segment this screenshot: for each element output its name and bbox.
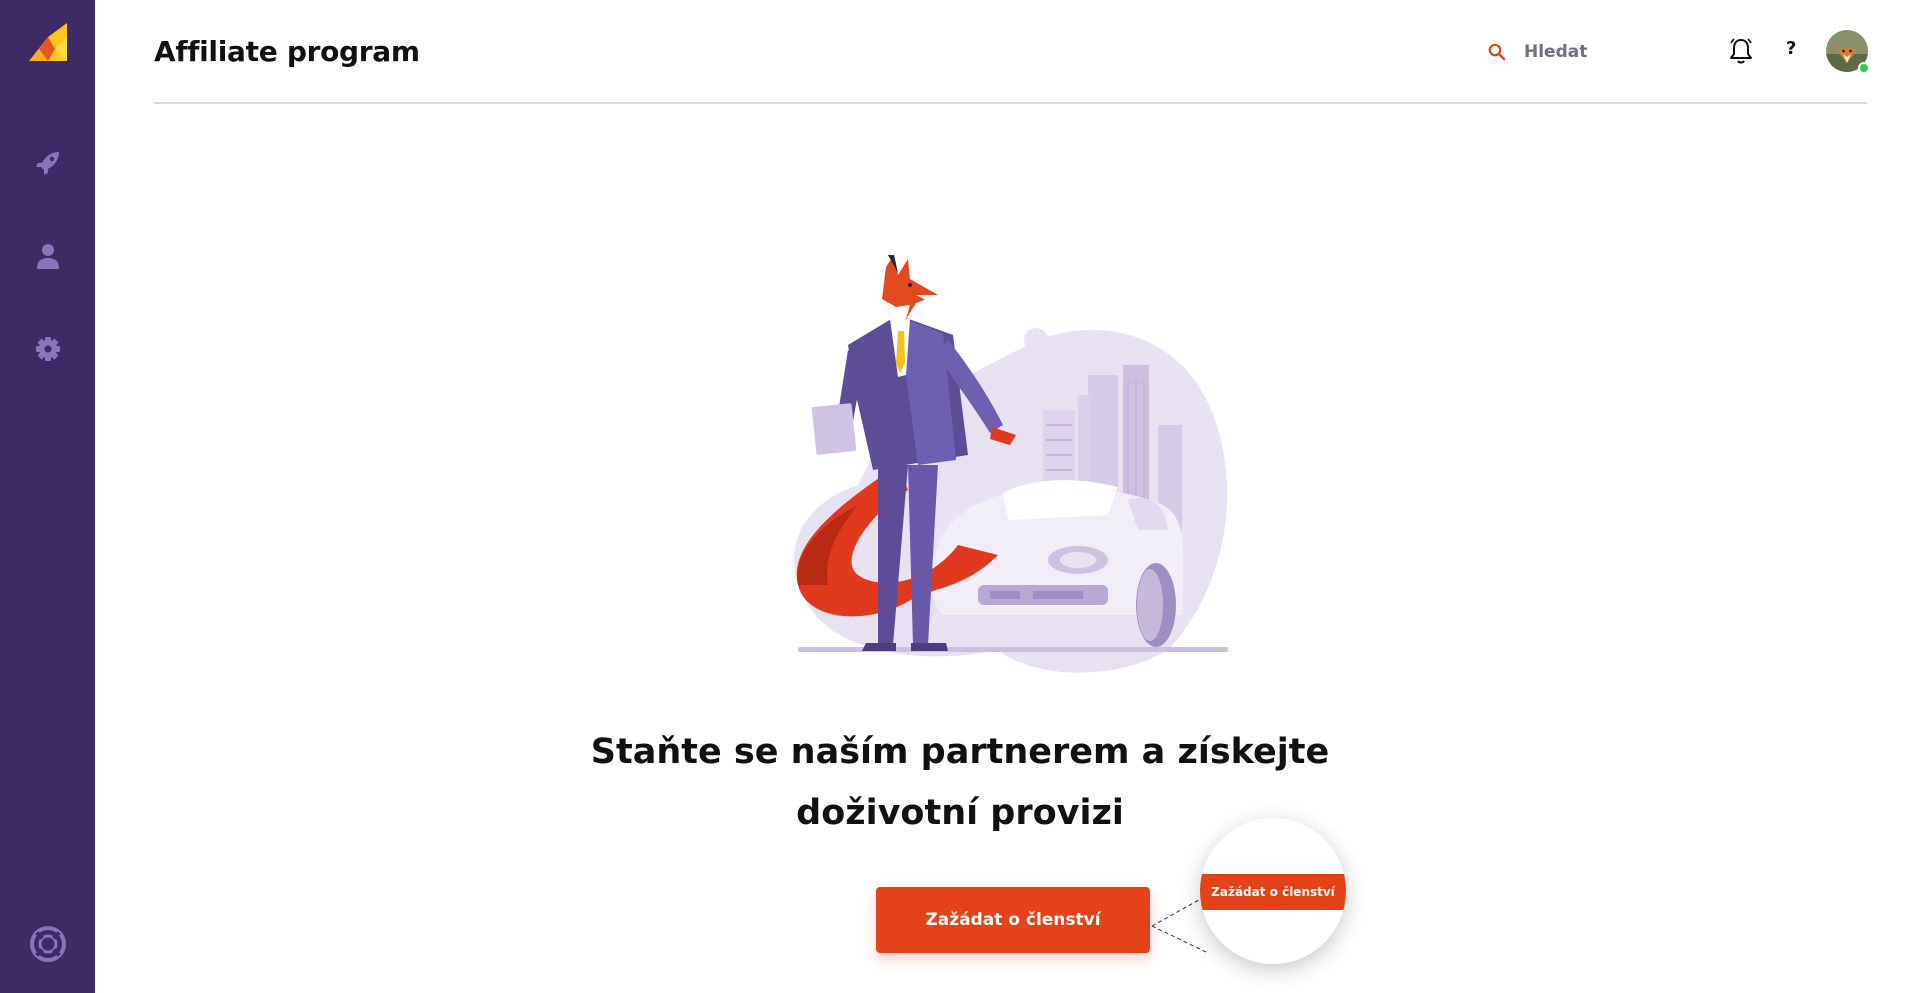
rocket-icon[interactable] <box>33 148 63 178</box>
brand-logo-icon[interactable] <box>29 23 67 61</box>
page-title: Affiliate program <box>154 35 420 68</box>
lifebuoy-icon[interactable] <box>29 925 67 963</box>
bell-icon[interactable] <box>1728 37 1754 65</box>
online-status-dot <box>1858 62 1870 74</box>
search-input[interactable] <box>1524 42 1654 62</box>
headline-line-2: doživotní provizi <box>796 793 1124 833</box>
zoom-magnifier: Zažádat o členství <box>1200 818 1346 964</box>
top-bar: Affiliate program ? <box>154 0 1870 104</box>
zoomed-request-membership-button[interactable]: Zažádat o členství <box>1200 874 1346 910</box>
headline-line-1: Staňte se naším partnerem a získejte <box>590 732 1330 772</box>
request-membership-button[interactable]: Zažádat o členství <box>876 887 1150 953</box>
sidebar <box>0 0 95 993</box>
help-button[interactable]: ? <box>1786 38 1796 59</box>
gear-icon[interactable] <box>33 334 63 364</box>
fox-businessman-with-car-illustration <box>778 255 1248 675</box>
user-icon[interactable] <box>33 241 63 271</box>
search-box[interactable] <box>1488 38 1668 66</box>
search-icon[interactable] <box>1488 43 1506 61</box>
